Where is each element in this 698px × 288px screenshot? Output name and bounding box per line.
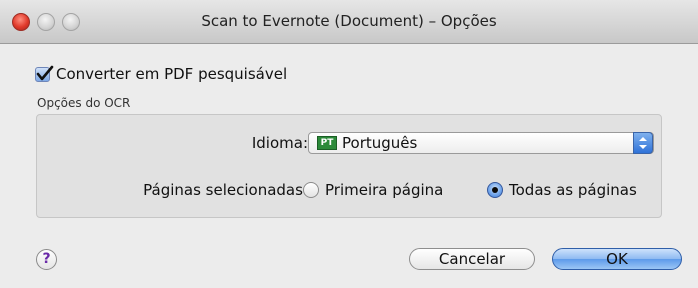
convert-pdf-label: Converter em PDF pesquisável [56,65,288,83]
pages-label: Páginas selecionadas: [143,181,308,199]
window-title: Scan to Evernote (Document) – Opções [201,12,497,30]
convert-pdf-option[interactable]: Converter em PDF pesquisável [35,64,287,84]
all-pages-radio[interactable] [487,182,503,198]
first-page-label: Primeira página [325,181,444,199]
pt-flag-icon: PT [317,136,337,150]
ok-button[interactable]: OK [552,248,682,270]
ocr-group-box [36,114,662,218]
convert-pdf-checkbox[interactable] [35,65,54,82]
cancel-button[interactable]: Cancelar [409,248,535,270]
checkmark-icon [36,65,54,80]
options-dialog: Scan to Evernote (Document) – Opções Con… [0,0,698,288]
ocr-group-label: Opções do OCR [37,96,131,110]
select-stepper-icon[interactable] [633,132,653,154]
title-bar: Scan to Evernote (Document) – Opções [0,0,698,44]
language-value: Português [342,134,418,152]
help-button[interactable]: ? [36,249,57,270]
first-page-radio[interactable] [303,182,319,198]
all-pages-label: Todas as páginas [509,181,637,199]
language-label: Idioma: [251,134,308,152]
language-select[interactable]: PT Português [308,132,654,154]
